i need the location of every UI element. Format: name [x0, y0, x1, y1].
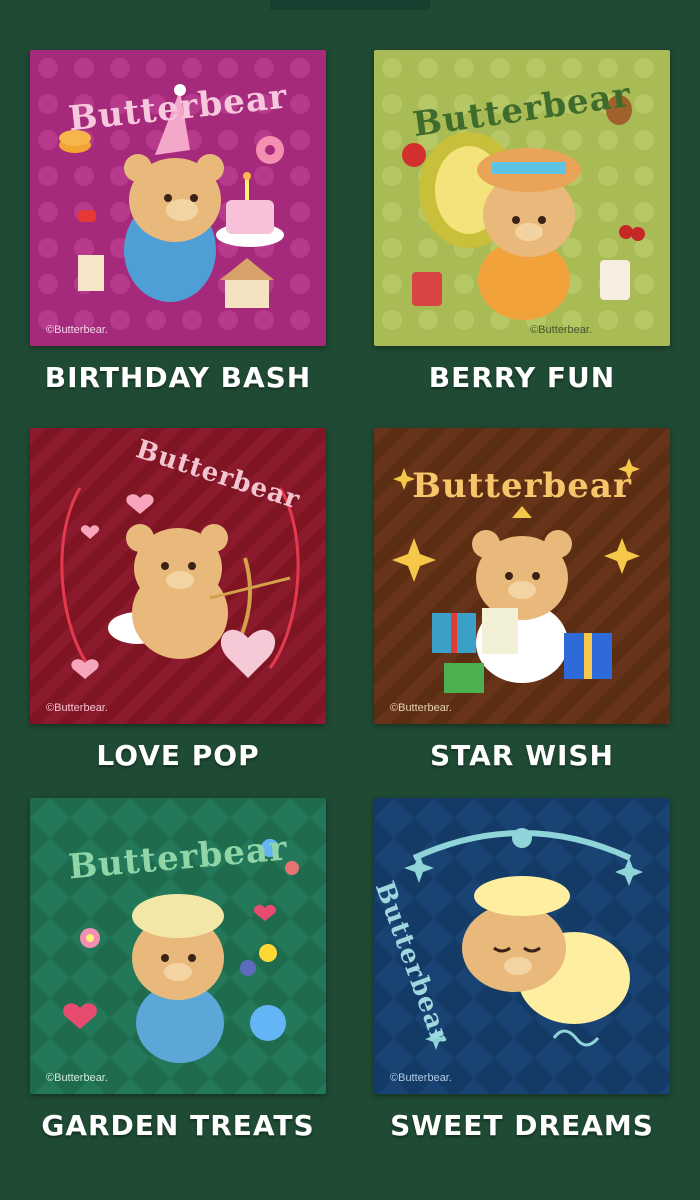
copyright-text: ©Butterbear.: [530, 324, 592, 336]
candy-icon: [78, 210, 96, 222]
milk-box-icon: [78, 255, 104, 291]
card-title: GARDEN TREATS: [41, 1109, 315, 1142]
headscarf-icon: [132, 894, 224, 938]
collection-grid: Butterbear ©Butterbear. BIRTHDAY BASH Bu…: [0, 0, 700, 1200]
book-icon: [482, 608, 518, 654]
card-image-love-pop: Butterbear ©Butterbear.: [30, 428, 326, 724]
cookie-house-icon: [225, 278, 269, 308]
card-garden-treats[interactable]: Butterbear ©Butterbear. GARDEN TREATS: [30, 798, 326, 1144]
copyright-text: ©Butterbear.: [46, 702, 108, 714]
card-title: STAR WISH: [430, 739, 614, 772]
nightcap-icon: [474, 876, 570, 916]
flower-icon: [240, 960, 256, 976]
jam-jar-icon: [412, 272, 442, 306]
jam-jar-icon: [600, 260, 630, 300]
card-title: BIRTHDAY BASH: [44, 361, 312, 394]
card-image-star-wish: Butterbear ©Butterbear.: [374, 428, 670, 724]
card-image-berry-fun: Butterbear ©Butterbear.: [374, 50, 670, 346]
rose-icon: [250, 1005, 286, 1041]
gift-box-icon: [444, 663, 484, 693]
card-title: SWEET DREAMS: [390, 1109, 654, 1142]
apple-icon: [402, 143, 426, 167]
flower-icon: [259, 944, 277, 962]
card-image-sweet-dreams: Butterbear ©Butterbear.: [374, 798, 670, 1094]
card-image-birthday-bash: Butterbear ©Butterbear.: [30, 50, 326, 346]
card-love-pop[interactable]: Butterbear ©Butterbear. LOVE POP: [30, 428, 326, 774]
copyright-text: ©Butterbear.: [390, 1072, 452, 1084]
card-birthday-bash[interactable]: Butterbear ©Butterbear. BIRTHDAY BASH: [30, 50, 326, 396]
cherry-icon: [619, 225, 633, 239]
brand-logo: Butterbear: [412, 466, 632, 506]
card-star-wish[interactable]: Butterbear ©Butterbear. STAR WISH: [374, 428, 670, 774]
copyright-text: ©Butterbear.: [46, 324, 108, 336]
card-title: BERRY FUN: [428, 361, 616, 394]
copyright-text: ©Butterbear.: [46, 1072, 108, 1084]
card-image-garden-treats: Butterbear ©Butterbear.: [30, 798, 326, 1094]
card-sweet-dreams[interactable]: Butterbear ©Butterbear. SWEET DREAMS: [374, 798, 670, 1144]
card-title: LOVE POP: [96, 739, 260, 772]
birthday-cake-icon: [226, 200, 274, 234]
card-berry-fun[interactable]: Butterbear ©Butterbear. BERRY FUN: [374, 50, 670, 396]
copyright-text: ©Butterbear.: [390, 702, 452, 714]
